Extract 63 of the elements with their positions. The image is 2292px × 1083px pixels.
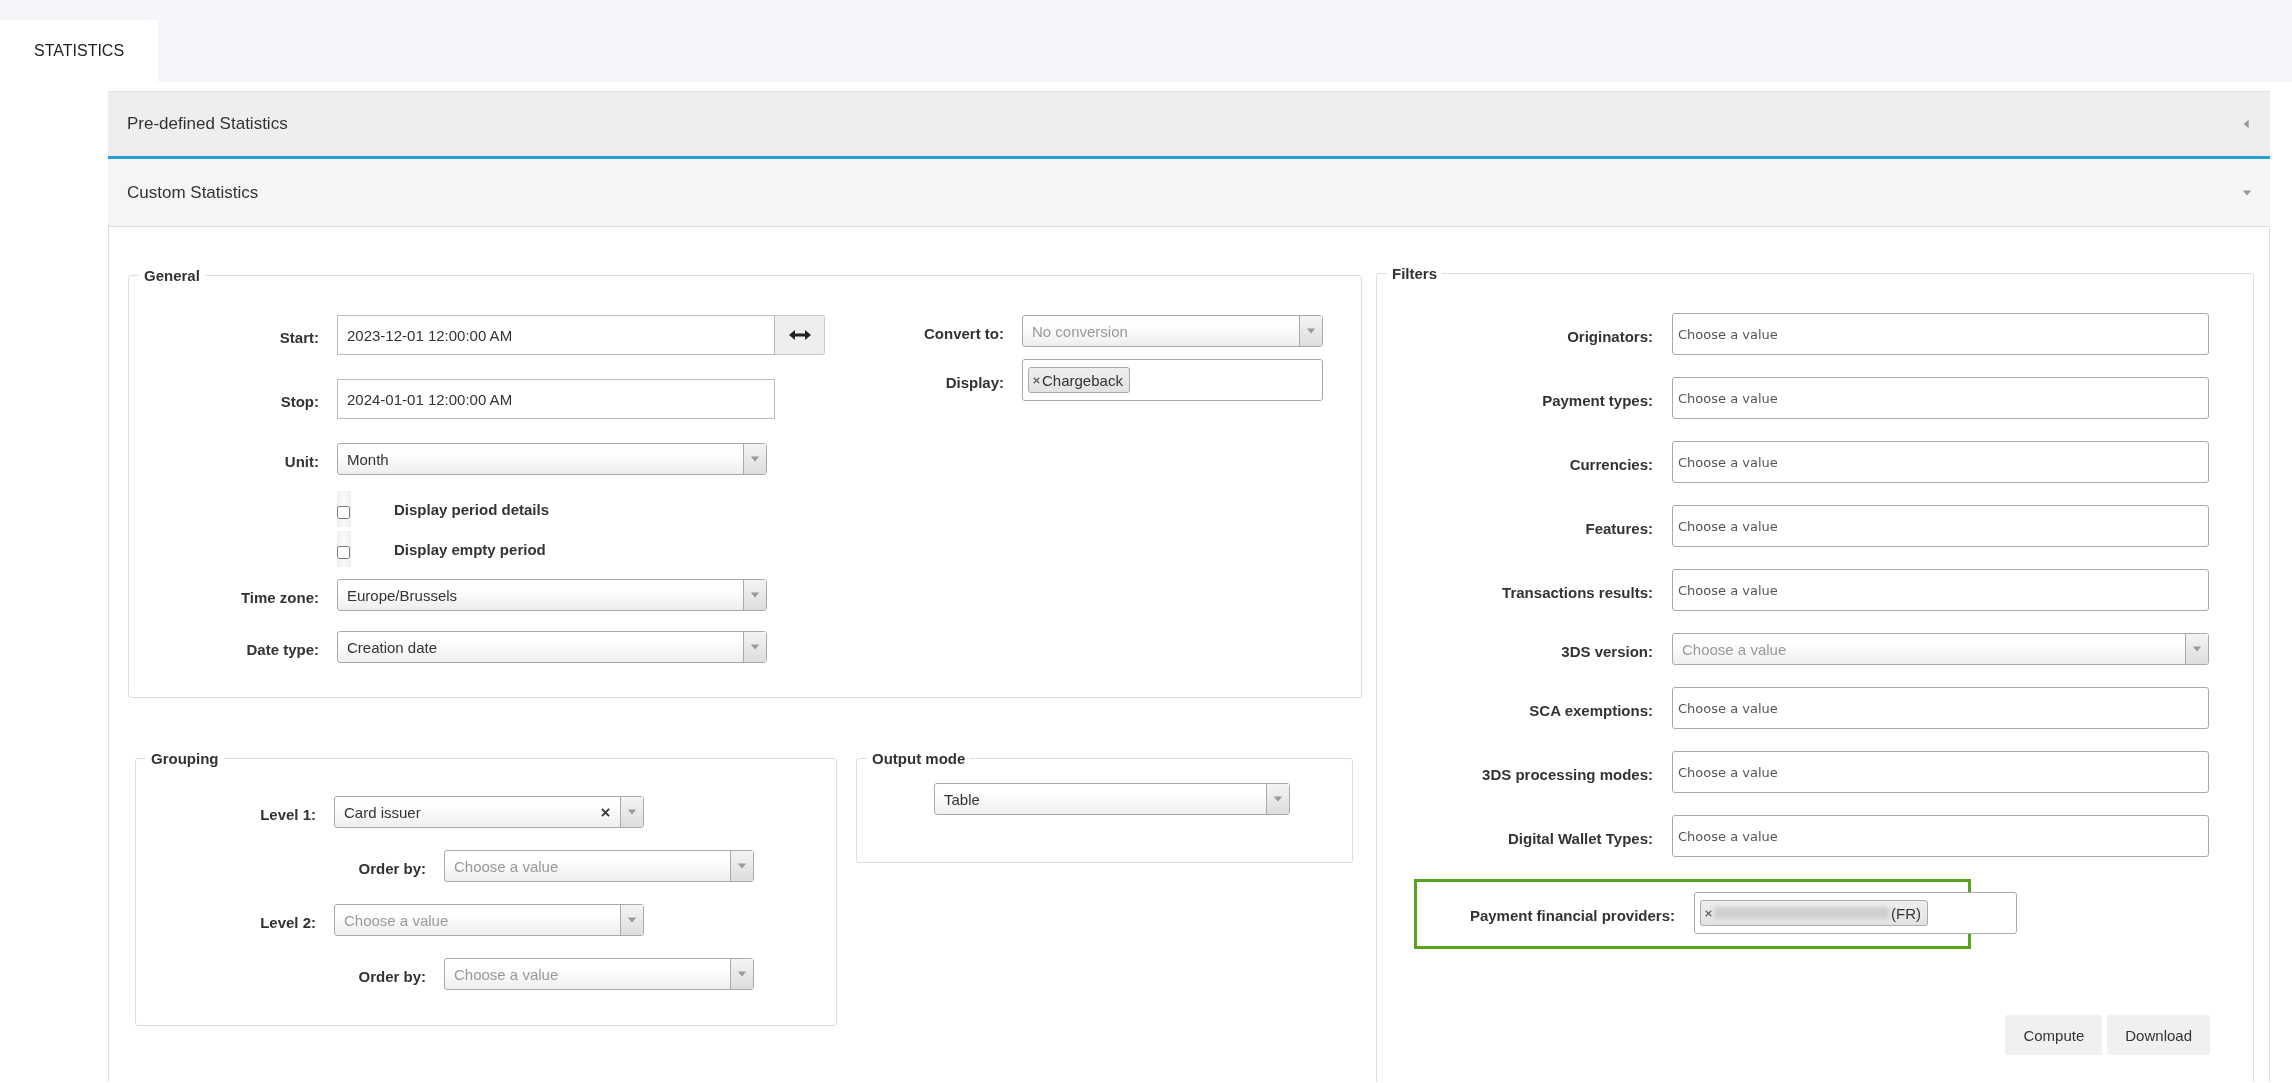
tag-text: (FR) [1891,904,1921,922]
action-button[interactable]: Download [2107,1015,2210,1055]
input-field[interactable]: Choose a value [1672,815,2209,857]
field-label: Features: [1584,519,1653,537]
field-label: Time zone: [239,588,319,606]
field-label: Level 2: [259,913,316,931]
field-label: Digital Wallet Types: [1506,829,1653,847]
field-label: 3DS version: [1560,642,1653,660]
field-label: SCA exemptions: [1528,701,1653,719]
field-label: Convert to: [923,324,1004,342]
fieldset-legend: Output mode [867,750,971,767]
field-label: Stop: [279,392,319,410]
caret-left-icon [2242,119,2252,129]
field-label: Payment financial providers: [1468,906,1675,924]
checkbox[interactable] [337,506,350,519]
input-field[interactable]: Choose a value [1672,687,2209,729]
checkbox-label: Display period details [394,500,550,518]
date-input-field[interactable]: 2023-12-01 12:00:00 AM [337,315,775,355]
accordion-title: Pre-defined Statistics [127,114,288,134]
input-field[interactable]: Choose a value [1672,505,2209,547]
field-label: Start: [278,328,319,346]
select-field[interactable]: Table [934,783,1290,815]
field-label: Transactions results: [1501,583,1653,601]
field-label: Order by: [357,967,426,985]
remove-icon[interactable] [1033,376,1040,384]
remove-icon[interactable] [1705,909,1712,917]
select-field[interactable]: Creation date [337,631,767,663]
field-label: Order by: [357,859,426,877]
tag-chip[interactable]: (FR) [1700,900,1928,926]
select-field[interactable]: Europe/Brussels [337,579,767,611]
field-label: Payment types: [1541,391,1653,409]
select-field[interactable]: Month [337,443,767,475]
input-field[interactable]: Choose a value [1672,569,2209,611]
accordion-title: Custom Statistics [127,182,259,203]
date-input-field[interactable]: 2024-01-01 12:00:00 AM [337,379,775,419]
field-label: Currencies: [1568,455,1653,473]
swap-button[interactable] [775,315,825,355]
field-label: Level 1: [259,805,316,823]
statistics-tab[interactable]: STATISTICS [0,20,159,82]
checkbox-label: Display empty period [394,540,546,558]
double-arrow-icon [788,330,811,340]
checkbox[interactable] [337,546,350,559]
input-field[interactable]: Choose a value [1672,313,2209,355]
tag-chip[interactable]: Chargeback [1028,367,1130,393]
field-label: Date type: [245,640,319,658]
tag-select-field[interactable]: (FR) [1694,892,2017,934]
select-field[interactable]: Card issuer [334,796,644,828]
field-label: Unit: [283,452,319,470]
input-field[interactable]: Choose a value [1672,441,2209,483]
field-label: 3DS processing modes: [1481,765,1653,783]
fieldset-legend: Filters [1387,265,1442,282]
fieldset-legend: General [139,267,205,284]
accordion-header[interactable]: Custom Statistics [108,159,2270,227]
input-field[interactable]: Choose a value [1672,751,2209,793]
fieldset-legend: Grouping [146,750,224,767]
action-button[interactable]: Compute [2005,1015,2103,1055]
field-label: Originators: [1566,327,1653,345]
input-field[interactable]: Choose a value [1672,377,2209,419]
clear-icon[interactable] [601,807,610,817]
tag-select-field[interactable]: Chargeback [1022,359,1323,401]
tag-text: Chargeback [1042,371,1123,389]
accordion-header[interactable]: Pre-defined Statistics [108,91,2270,159]
field-label: Display: [944,373,1004,391]
